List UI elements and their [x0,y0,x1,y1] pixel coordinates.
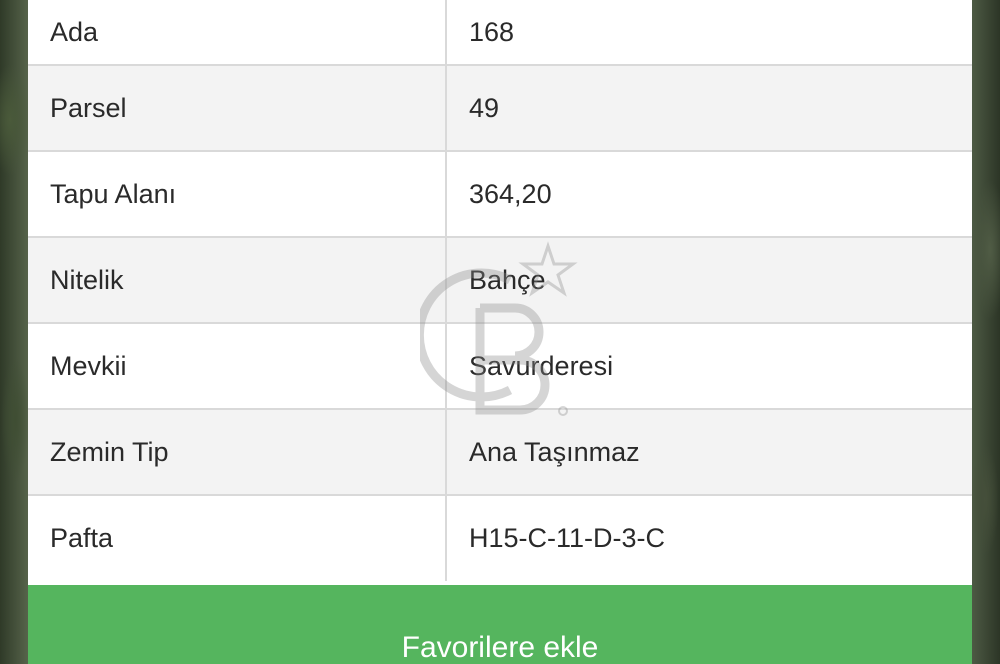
parcel-info-panel: Ada 168 Parsel 49 Tapu Alanı 364,20 Nite… [28,0,972,664]
row-value: 168 [446,0,972,66]
row-value: H15-C-11-D-3-C [469,523,666,553]
row-value: 364,20 [446,151,972,238]
table-row-mevkii: Mevkii Savurderesi [28,323,972,410]
table-row-pafta: Pafta H15-C-11-D-3-C [28,495,972,581]
row-label: Pafta [28,495,447,581]
table-row-zemin-tip: Zemin Tip Ana Taşınmaz [28,409,972,496]
table-row-parsel: Parsel 49 [28,65,972,152]
row-label: Tapu Alanı [28,151,447,238]
table-row-ada: Ada 168 [28,0,972,66]
row-value: Bahçe [446,237,972,324]
table-row-nitelik: Nitelik Bahçe [28,237,972,324]
row-label: Parsel [28,65,447,152]
row-value: Ana Taşınmaz [446,409,972,496]
row-label: Nitelik [28,237,447,324]
row-value: 49 [446,65,972,152]
add-to-favorites-button[interactable]: Favorilere ekle [28,585,972,664]
parcel-info-table: Ada 168 Parsel 49 Tapu Alanı 364,20 Nite… [28,0,972,581]
row-label: Mevkii [28,323,447,410]
row-label: Zemin Tip [28,409,447,496]
row-value: Savurderesi [446,323,972,410]
row-label: Ada [28,0,447,66]
table-row-tapu-alani: Tapu Alanı 364,20 [28,151,972,238]
